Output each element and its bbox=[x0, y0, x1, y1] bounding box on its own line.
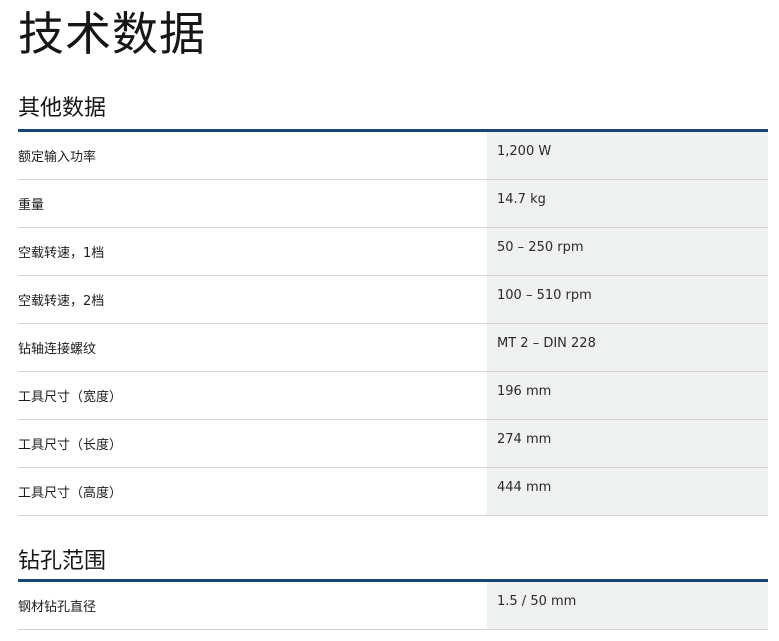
section-title: 钻孔范围 bbox=[18, 549, 107, 574]
spec-label: 重量 bbox=[18, 198, 45, 213]
spec-row-tool-length: 工具尺寸（长度） 274 mm bbox=[18, 420, 768, 468]
section-drilling-range: 钻孔范围 钢材钻孔直径 1.5 / 50 mm bbox=[18, 544, 768, 630]
spec-value: 1,200 W bbox=[487, 132, 768, 179]
spec-label: 空载转速，2档 bbox=[18, 294, 105, 309]
spec-row-no-load-speed-gear-1: 空载转速，1档 50 – 250 rpm bbox=[18, 228, 768, 276]
spec-label: 钻轴连接螺纹 bbox=[18, 342, 97, 357]
spec-row-weight: 重量 14.7 kg bbox=[18, 180, 768, 228]
spec-row-spindle-thread: 钻轴连接螺纹 MT 2 – DIN 228 bbox=[18, 324, 768, 372]
spec-value: 100 – 510 rpm bbox=[487, 276, 768, 323]
spec-value: 50 – 250 rpm bbox=[487, 228, 768, 275]
spec-row-rated-input-power: 额定输入功率 1,200 W bbox=[18, 132, 768, 180]
spec-label: 工具尺寸（高度） bbox=[18, 486, 123, 501]
spec-label: 额定输入功率 bbox=[18, 150, 97, 165]
spec-table: 额定输入功率 1,200 W 重量 14.7 kg 空载转速，1档 50 – 2… bbox=[18, 132, 768, 516]
spec-row-steel-drilling-diameter: 钢材钻孔直径 1.5 / 50 mm bbox=[18, 582, 768, 630]
spec-value: MT 2 – DIN 228 bbox=[487, 324, 768, 371]
spec-value: 1.5 / 50 mm bbox=[487, 582, 768, 629]
section-title: 其他数据 bbox=[18, 96, 107, 121]
tech-data-page: 技术数据 其他数据 额定输入功率 1,200 W 重量 14.7 kg 空载转速… bbox=[0, 0, 779, 641]
spec-row-no-load-speed-gear-2: 空载转速，2档 100 – 510 rpm bbox=[18, 276, 768, 324]
spec-label: 钢材钻孔直径 bbox=[18, 600, 97, 615]
spec-label: 工具尺寸（宽度） bbox=[18, 390, 123, 405]
spec-row-tool-height: 工具尺寸（高度） 444 mm bbox=[18, 468, 768, 516]
spec-value: 14.7 kg bbox=[487, 180, 768, 227]
section-other-data: 其他数据 额定输入功率 1,200 W 重量 14.7 kg 空载转速，1档 5… bbox=[18, 88, 768, 516]
spec-value: 196 mm bbox=[487, 372, 768, 419]
spec-table: 钢材钻孔直径 1.5 / 50 mm bbox=[18, 582, 768, 630]
spec-value: 444 mm bbox=[487, 468, 768, 515]
spec-label: 工具尺寸（长度） bbox=[18, 438, 123, 453]
spec-row-tool-width: 工具尺寸（宽度） 196 mm bbox=[18, 372, 768, 420]
spec-label: 空载转速，1档 bbox=[18, 246, 105, 261]
spec-value: 274 mm bbox=[487, 420, 768, 467]
page-title: 技术数据 bbox=[18, 7, 206, 61]
